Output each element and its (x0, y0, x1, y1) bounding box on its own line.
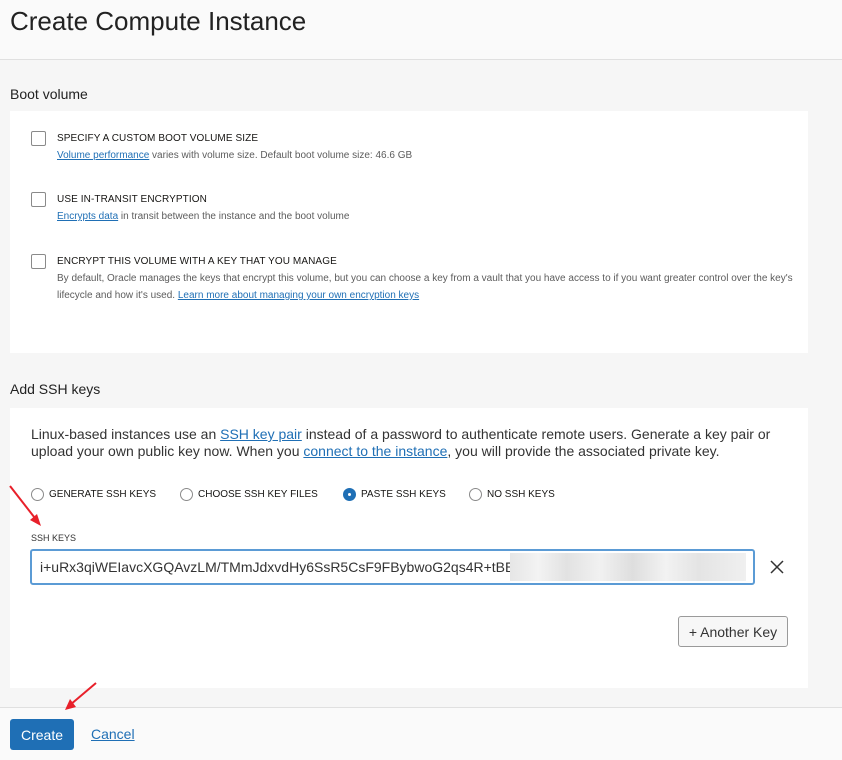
custom-boot-volume-checkbox[interactable] (31, 131, 46, 146)
in-transit-encryption-desc: Encrypts data in transit between the ins… (57, 211, 350, 222)
boot-volume-title: Boot volume (10, 86, 88, 102)
footer-bar: Create Cancel (0, 707, 842, 760)
radio-generate-ssh-keys[interactable]: GENERATE SSH KEYS (31, 488, 156, 501)
connect-to-instance-link[interactable]: connect to the instance (303, 443, 447, 459)
ssh-intro-text: Linux-based instances use an SSH key pai… (31, 426, 771, 459)
in-transit-encryption-label: USE IN-TRANSIT ENCRYPTION (57, 194, 207, 205)
custom-boot-volume-label: SPECIFY A CUSTOM BOOT VOLUME SIZE (57, 133, 259, 144)
radio-button-selected[interactable] (343, 488, 356, 501)
ssh-key-pair-link[interactable]: SSH key pair (220, 426, 302, 442)
ssh-keys-label: SSH KEYS (31, 533, 77, 543)
ssh-key-value: i+uRx3qiWEIavcXGQAvzLM/TMmJdxvdHy6SsR5Cs… (40, 559, 515, 575)
ssh-keys-title: Add SSH keys (10, 381, 101, 397)
cancel-link[interactable]: Cancel (91, 726, 135, 742)
radio-paste-ssh-keys[interactable]: PASTE SSH KEYS (343, 488, 446, 501)
volume-performance-link[interactable]: Volume performance (57, 150, 149, 161)
ssh-keys-panel: Linux-based instances use an SSH key pai… (10, 408, 808, 688)
page-title: Create Compute Instance (10, 6, 307, 36)
close-icon[interactable] (768, 558, 786, 576)
ssh-key-input[interactable]: i+uRx3qiWEIavcXGQAvzLM/TMmJdxvdHy6SsR5Cs… (30, 549, 755, 585)
radio-button[interactable] (31, 488, 44, 501)
customer-managed-key-checkbox[interactable] (31, 254, 46, 269)
in-transit-encryption-checkbox[interactable] (31, 192, 46, 207)
another-key-button[interactable]: + Another Key (678, 616, 788, 647)
boot-volume-panel: SPECIFY A CUSTOM BOOT VOLUME SIZE Volume… (10, 111, 808, 353)
redacted-key-blur (510, 553, 746, 581)
learn-more-encryption-keys-link[interactable]: Learn more about managing your own encry… (178, 290, 419, 301)
radio-button[interactable] (180, 488, 193, 501)
customer-managed-key-label: ENCRYPT THIS VOLUME WITH A KEY THAT YOU … (57, 256, 337, 267)
customer-managed-key-desc: By default, Oracle manages the keys that… (57, 273, 793, 301)
encrypts-data-link[interactable]: Encrypts data (57, 211, 118, 222)
custom-boot-volume-desc: Volume performance varies with volume si… (57, 150, 413, 161)
radio-choose-ssh-key-files[interactable]: CHOOSE SSH KEY FILES (180, 488, 318, 501)
page-header: Create Compute Instance (0, 0, 842, 60)
create-button[interactable]: Create (10, 719, 74, 750)
radio-no-ssh-keys[interactable]: NO SSH KEYS (469, 488, 555, 501)
radio-button[interactable] (469, 488, 482, 501)
